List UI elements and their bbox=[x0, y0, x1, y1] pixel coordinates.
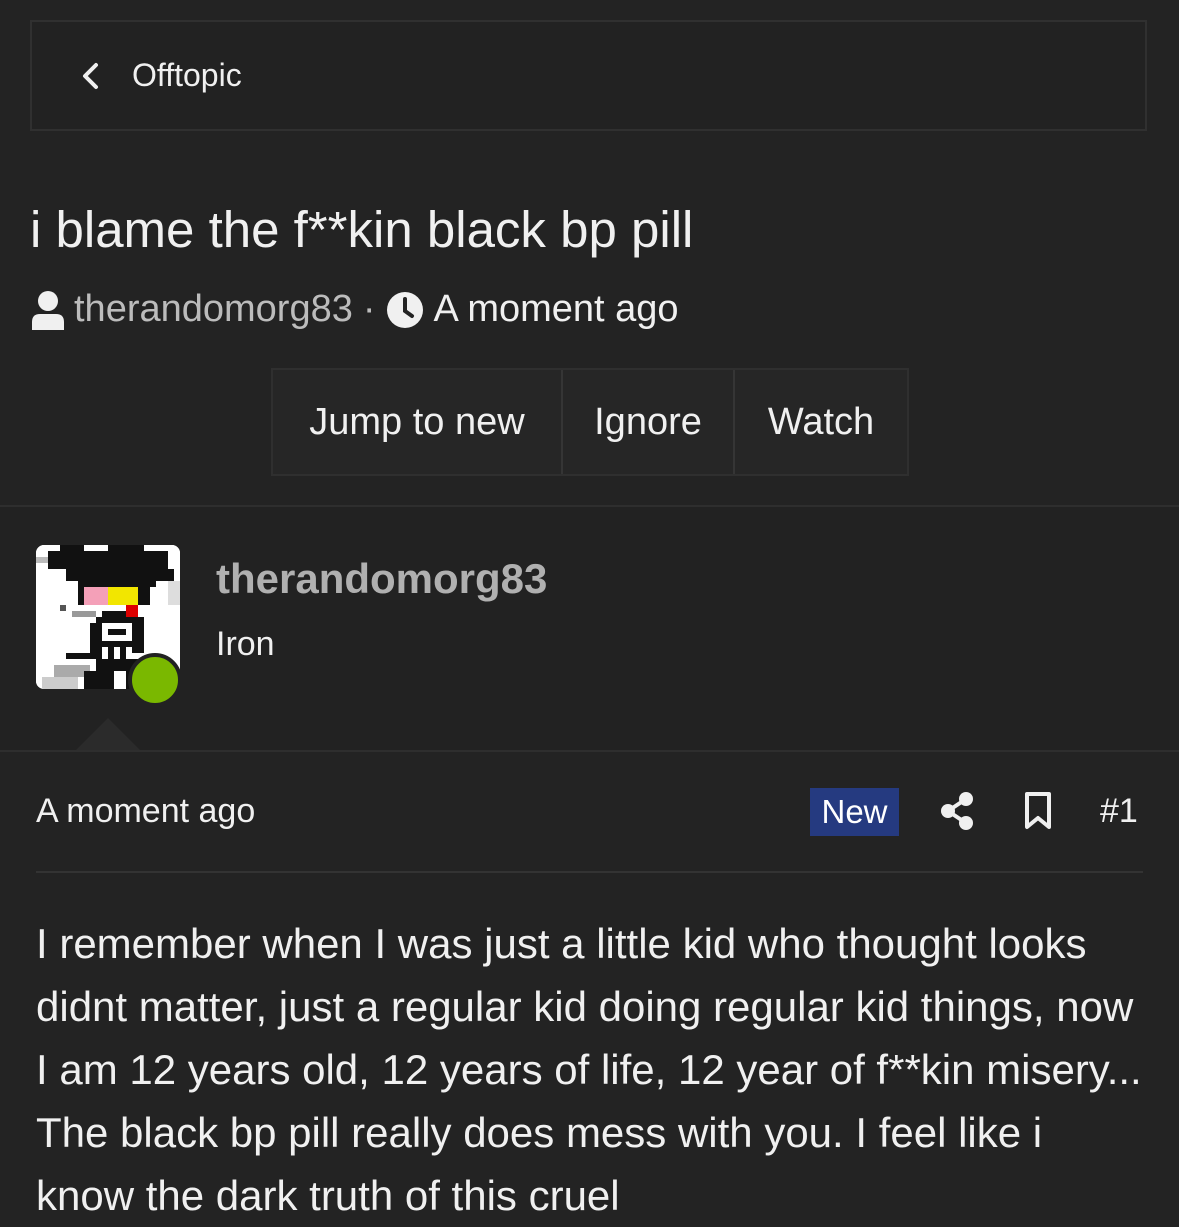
online-status-indicator bbox=[128, 653, 182, 707]
meta-separator: · bbox=[362, 288, 376, 330]
post-body: I remember when I was just a little kid … bbox=[36, 912, 1143, 1227]
watch-button[interactable]: Watch bbox=[735, 370, 907, 474]
new-badge: New bbox=[810, 788, 899, 836]
thread-time: A moment ago bbox=[433, 288, 679, 330]
thread-author[interactable]: therandomorg83 bbox=[74, 288, 353, 331]
share-icon[interactable] bbox=[940, 791, 974, 831]
post-text: I remember when I was just a little kid … bbox=[36, 920, 1142, 1219]
post-number[interactable]: #1 bbox=[1100, 792, 1138, 831]
author-rank: Iron bbox=[216, 625, 275, 663]
avatar-wrap[interactable] bbox=[36, 545, 182, 707]
breadcrumb-label[interactable]: Offtopic bbox=[132, 57, 242, 94]
thread-title: i blame the f**kin black bp pill bbox=[30, 201, 694, 258]
ignore-button[interactable]: Ignore bbox=[563, 370, 735, 474]
post-header: A moment ago New #1 bbox=[36, 786, 1143, 840]
post-time[interactable]: A moment ago bbox=[36, 792, 255, 831]
breadcrumb[interactable]: Offtopic bbox=[30, 20, 1147, 131]
thread-meta: therandomorg83 · A moment ago bbox=[30, 288, 679, 331]
bookmark-icon[interactable] bbox=[1024, 792, 1052, 830]
jump-to-new-button[interactable]: Jump to new bbox=[273, 370, 563, 474]
user-icon bbox=[32, 290, 64, 330]
thread-actions: Jump to new Ignore Watch bbox=[271, 368, 909, 476]
chevron-left-icon[interactable] bbox=[80, 62, 102, 90]
author-box: therandomorg83 Iron bbox=[0, 507, 1179, 750]
clock-icon bbox=[386, 291, 423, 328]
divider bbox=[0, 750, 1179, 752]
author-username[interactable]: therandomorg83 bbox=[216, 555, 547, 603]
author-pointer bbox=[74, 718, 142, 752]
divider bbox=[36, 871, 1143, 873]
